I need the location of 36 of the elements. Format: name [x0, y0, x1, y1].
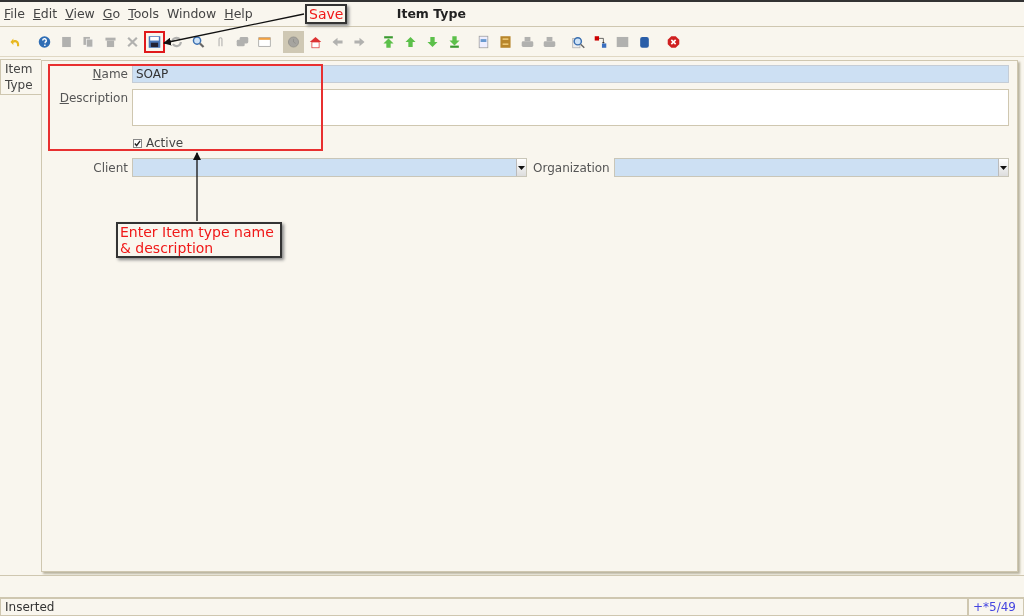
report-icon [477, 33, 490, 50]
callout-note: Enter Item type name & description [116, 222, 282, 258]
dropdown-arrow-icon [999, 165, 1007, 170]
help-icon [38, 33, 51, 50]
first-arrow-icon [382, 33, 395, 50]
menu-item[interactable]: Edit [28, 4, 62, 24]
field-label: Description [58, 90, 128, 107]
menu-item[interactable]: Window [162, 4, 221, 24]
description-field[interactable] [132, 89, 1009, 126]
checkbox[interactable] [133, 138, 142, 148]
cabinet-icon [499, 33, 512, 50]
clock-icon [287, 33, 300, 50]
checkbox-label: Active [146, 135, 184, 152]
squares-arrow-icon [594, 33, 607, 50]
name-field[interactable]: SOAP [132, 65, 1009, 83]
field-label: Organization [533, 159, 610, 177]
arrow [193, 152, 201, 222]
field-label: Name [91, 66, 128, 83]
dropdown-field[interactable] [132, 158, 527, 177]
menu-item[interactable]: Tools [124, 4, 163, 24]
dropdown-field[interactable] [613, 158, 1009, 177]
menu-item[interactable]: Help [220, 4, 257, 24]
tab[interactable]: Item Type [0, 59, 41, 95]
last-arrow-icon [448, 33, 461, 50]
menu-item[interactable]: Go [98, 4, 125, 24]
field-label: Client [92, 159, 128, 177]
window-title: Item Type [396, 4, 466, 23]
callout-note: Save [305, 4, 348, 24]
dropdown-arrow-icon [518, 165, 525, 170]
status-message: Inserted [0, 598, 968, 616]
record-count: +*5/49 [968, 598, 1024, 616]
toolbar-button[interactable] [144, 30, 165, 53]
menu-item[interactable]: View [61, 4, 99, 24]
close-icon [667, 33, 680, 50]
save-icon [148, 33, 161, 50]
menu-item[interactable]: File [0, 4, 29, 24]
